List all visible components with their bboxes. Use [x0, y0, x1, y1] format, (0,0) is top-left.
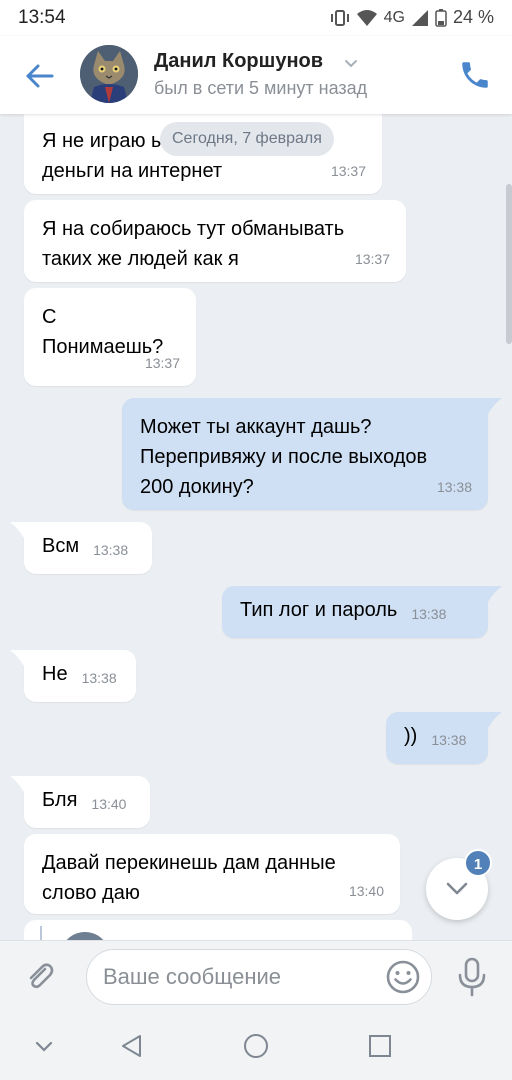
message-time: 13:38: [93, 542, 129, 558]
message-time: 13:38: [81, 670, 117, 686]
battery-icon: [435, 8, 447, 27]
chat-header: Данил Коршунов был в сети 5 минут назад: [0, 36, 512, 114]
recents-square-icon[interactable]: [366, 1032, 394, 1060]
bubble-tail: [10, 522, 26, 538]
date-separator: Сегодня, 7 февраля: [160, 122, 334, 156]
message-time: 13:37: [330, 163, 366, 179]
message-text: Я на собираюсь тут обманывать таких же л…: [42, 218, 345, 270]
chevron-down-icon[interactable]: [342, 54, 360, 72]
message-time: 13:37: [144, 355, 180, 371]
message-outgoing[interactable]: Тип лог и пароль 13:38: [222, 586, 488, 638]
message-incoming[interactable]: Не 13:38: [24, 650, 136, 702]
message-incoming[interactable]: Давай перекинешь дам данные слово даю 13…: [24, 834, 400, 914]
message-text: Не: [42, 663, 68, 685]
message-incoming[interactable]: Я на собираюсь тут обманывать таких же л…: [24, 200, 406, 282]
message-text: Всм: [42, 535, 80, 557]
contact-name[interactable]: Данил Коршунов: [154, 50, 323, 73]
status-time: 13:54: [18, 7, 66, 28]
smile-icon[interactable]: [384, 958, 422, 996]
paperclip-icon[interactable]: [22, 958, 58, 994]
message-time: 13:38: [411, 606, 447, 622]
signal-icon: [411, 9, 428, 26]
contact-avatar[interactable]: [80, 45, 138, 103]
scrollbar[interactable]: [506, 184, 512, 344]
chevron-down-icon[interactable]: [30, 1032, 58, 1060]
bubble-tail: [486, 586, 502, 602]
message-list[interactable]: Я не играю ы деньги на интернет 13:37 Се…: [0, 114, 512, 940]
vibrate-icon: [330, 9, 349, 26]
system-navigation-bar: [0, 1012, 512, 1080]
status-icons: 4G 24 %: [330, 7, 494, 28]
message-text: Давай перекинешь дам данные слово даю: [42, 852, 336, 904]
battery-level: 24 %: [452, 7, 494, 27]
message-text: )): [404, 725, 418, 747]
message-time: 13:40: [348, 883, 384, 899]
message-input[interactable]: [86, 949, 432, 1005]
back-arrow-icon[interactable]: [22, 58, 58, 94]
message-incoming[interactable]: Бля 13:40: [24, 776, 150, 828]
phone-icon[interactable]: [458, 58, 492, 92]
contact-last-seen: был в сети 5 минут назад: [154, 78, 368, 98]
microphone-icon[interactable]: [456, 957, 488, 997]
bubble-tail: [486, 398, 502, 414]
bubble-tail: [10, 776, 26, 792]
message-composer: [0, 940, 512, 1012]
message-text: Бля: [42, 789, 78, 811]
message-time: 13:38: [436, 479, 472, 495]
reply-quote-line: [40, 926, 42, 940]
message-outgoing[interactable]: Может ты аккаунт дашь? Перепривяжу и пос…: [122, 398, 488, 510]
network-type: 4G: [383, 8, 405, 26]
unread-badge: 1: [464, 849, 492, 877]
bubble-tail: [10, 650, 26, 666]
cat-avatar-icon: [80, 45, 138, 103]
message-incoming[interactable]: Всм 13:38: [24, 522, 152, 574]
message-text: Тип лог и пароль: [240, 599, 398, 621]
bubble-tail: [486, 712, 502, 728]
chevron-down-icon: [446, 882, 468, 895]
message-outgoing[interactable]: )) 13:38: [386, 712, 488, 764]
home-circle-icon[interactable]: [242, 1032, 270, 1060]
message-incoming[interactable]: С Понимаешь? 13:37: [24, 288, 196, 386]
status-bar: 13:54 4G 24 %: [0, 0, 512, 36]
message-time: 13:40: [91, 796, 127, 812]
wifi-icon: [356, 9, 377, 26]
message-time: 13:38: [431, 732, 467, 748]
back-triangle-icon[interactable]: [118, 1032, 146, 1060]
message-time: 13:37: [354, 251, 390, 267]
message-text: Может ты аккаунт дашь? Перепривяжу и пос…: [140, 416, 428, 498]
